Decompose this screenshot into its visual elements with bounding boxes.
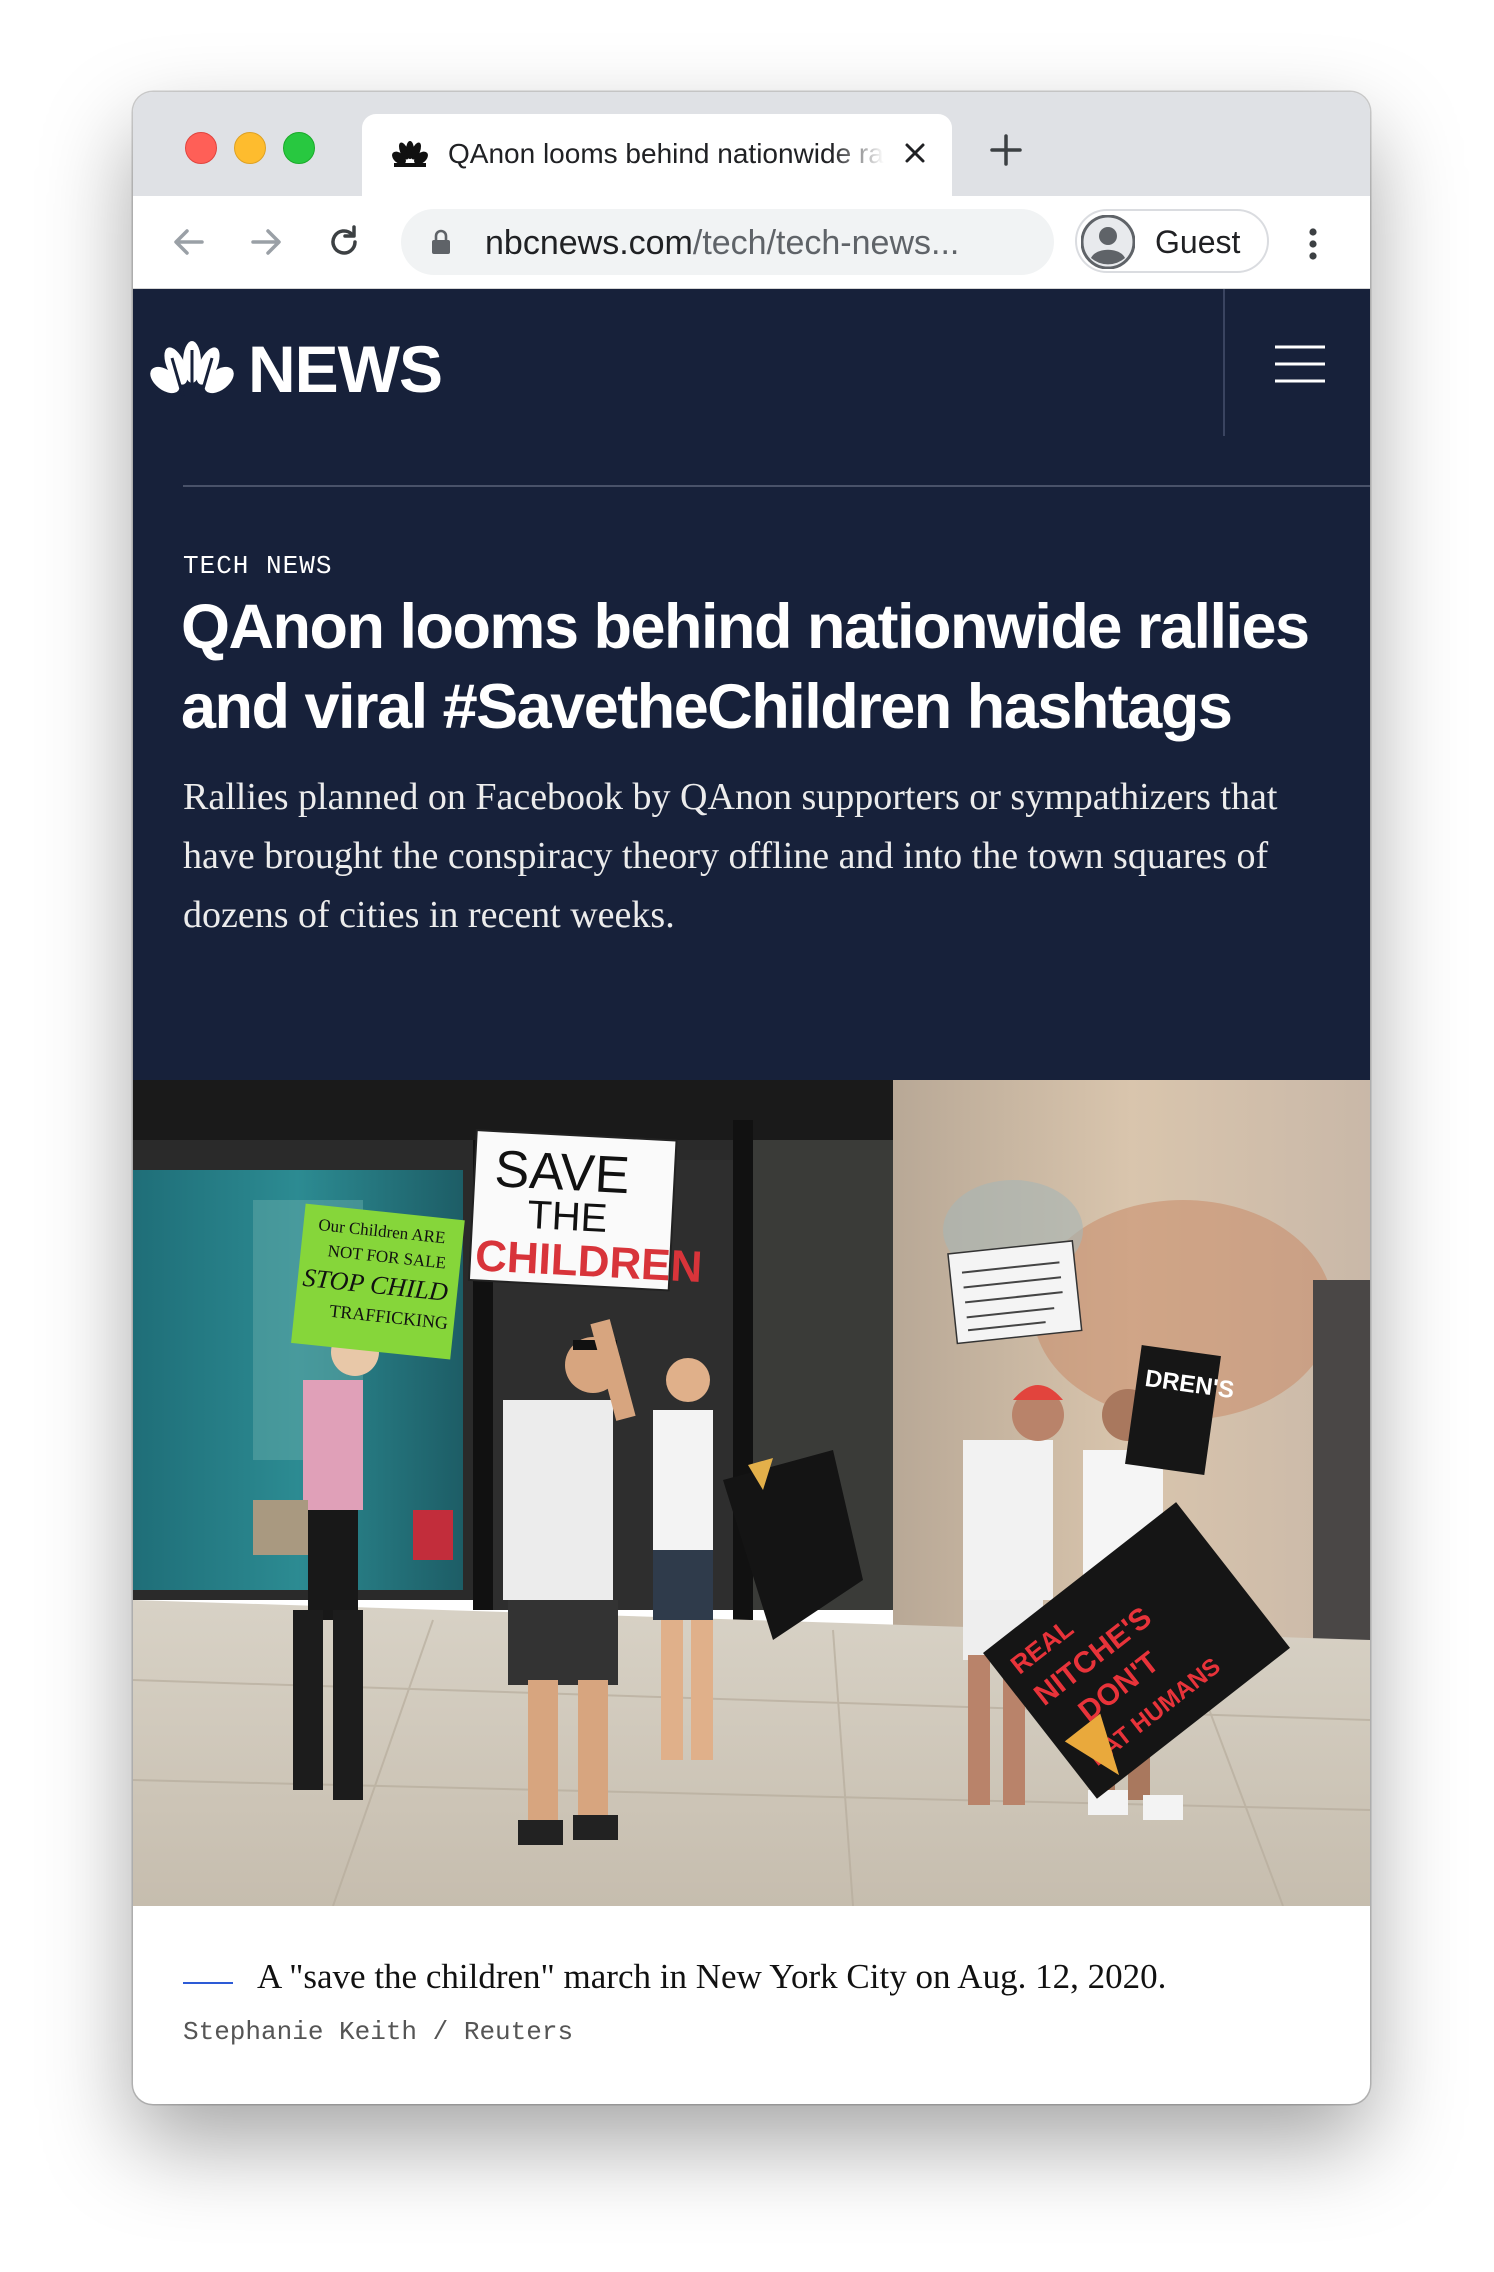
tab-title: QAnon looms behind nationwide rallies an… bbox=[448, 138, 884, 169]
logo-wordmark: NEWS bbox=[248, 332, 443, 406]
hamburger-menu-icon[interactable] bbox=[1274, 344, 1326, 384]
caption-accent-rule bbox=[183, 1982, 233, 1984]
close-window-button[interactable] bbox=[185, 132, 217, 164]
reload-icon[interactable] bbox=[324, 222, 364, 262]
lock-icon[interactable] bbox=[431, 229, 451, 255]
rally-photo-illustration: Our Children ARE NOT FOR SALE STOP CHILD… bbox=[133, 1080, 1370, 1906]
nbc-news-logo[interactable]: NEWS bbox=[150, 334, 460, 404]
close-tab-icon[interactable] bbox=[898, 136, 932, 170]
header-divider bbox=[1223, 289, 1225, 436]
peacock-logo-icon bbox=[150, 341, 234, 397]
profile-avatar-icon bbox=[1081, 215, 1135, 269]
profile-button[interactable]: Guest bbox=[1075, 209, 1269, 273]
web-page: NEWS TECH NEWS QAnon looms behind nation… bbox=[133, 289, 1370, 2104]
url-path: /tech/tech-news... bbox=[692, 224, 960, 262]
maximize-window-button[interactable] bbox=[283, 132, 315, 164]
url-text: nbcnews.com/tech/tech-news... bbox=[485, 224, 959, 263]
minimize-window-button[interactable] bbox=[234, 132, 266, 164]
photo-credit: Stephanie Keith / Reuters bbox=[183, 2017, 574, 2047]
header-rule bbox=[183, 485, 1370, 487]
article-dek: Rallies planned on Facebook by QAnon sup… bbox=[183, 776, 1278, 936]
browser-window: QAnon looms behind nationwide rallies an… bbox=[133, 92, 1370, 2104]
back-arrow-icon[interactable] bbox=[169, 222, 209, 262]
title-bar: QAnon looms behind nationwide rallies an… bbox=[133, 92, 1370, 196]
browser-toolbar: nbcnews.com/tech/tech-news... Guest bbox=[133, 196, 1370, 289]
peacock-favicon-icon bbox=[392, 141, 428, 167]
section-kicker[interactable]: TECH NEWS bbox=[183, 551, 332, 581]
forward-arrow-icon[interactable] bbox=[246, 222, 286, 262]
article-headline: QAnon looms behind nationwide rallies an… bbox=[181, 592, 1310, 742]
new-tab-icon[interactable] bbox=[988, 132, 1024, 168]
photo-caption: A "save the children" march in New York … bbox=[257, 1957, 1167, 1996]
article-photo: Our Children ARE NOT FOR SALE STOP CHILD… bbox=[133, 1080, 1370, 1906]
article-header: NEWS TECH NEWS QAnon looms behind nation… bbox=[133, 289, 1370, 1080]
more-menu-icon[interactable] bbox=[1303, 224, 1323, 264]
browser-tab[interactable]: QAnon looms behind nationwide rallies an… bbox=[362, 114, 952, 196]
profile-name: Guest bbox=[1155, 224, 1241, 260]
address-bar[interactable]: nbcnews.com/tech/tech-news... bbox=[401, 209, 1054, 275]
url-domain: nbcnews.com bbox=[485, 224, 693, 262]
